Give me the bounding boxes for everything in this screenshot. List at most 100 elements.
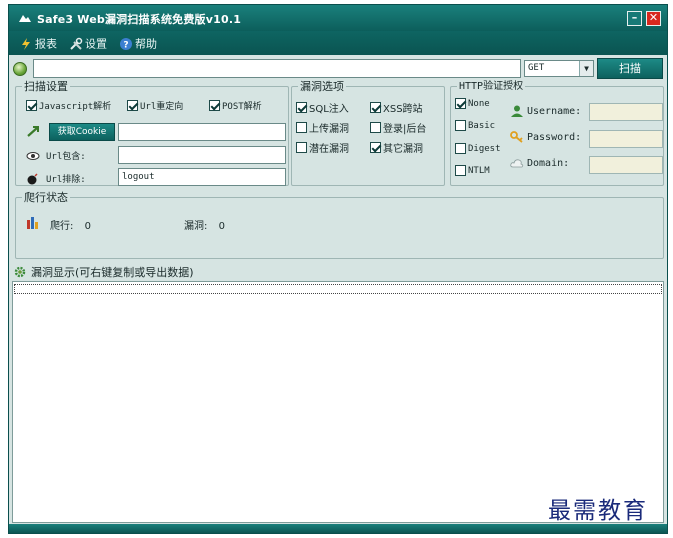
url-row: GET ▼ 扫描 [9, 57, 667, 81]
eye-icon [26, 151, 40, 160]
lightning-icon [22, 38, 30, 50]
checkbox-box[interactable] [26, 100, 37, 111]
cookie-input[interactable] [118, 123, 286, 141]
checkbox-box[interactable] [127, 100, 138, 111]
username-input[interactable] [589, 103, 663, 121]
menu-item-help[interactable]: ? 帮助 [119, 36, 157, 51]
checkbox-label: Javascript解析 [39, 102, 112, 112]
app-window: Safe3 Web漏洞扫描系统免费版v10.1 – ✕ 报表 设置 ? 帮助 G… [8, 4, 668, 534]
results-focus-row[interactable] [14, 284, 662, 294]
javascript-checkbox[interactable]: Javascript解析 [26, 99, 111, 112]
results-title: 漏洞显示(可右键复制或导出数据) [31, 266, 194, 279]
checkbox-label: 其它漏洞 [383, 144, 423, 155]
xss-checkbox[interactable]: XSS跨站 [370, 100, 423, 115]
checkbox-label: SQL注入 [309, 104, 349, 115]
label-text: Domain: [527, 157, 570, 169]
checkbox-box[interactable] [296, 122, 307, 133]
url-exclude-label: Url排除: [26, 172, 86, 185]
checkbox-label: 上传漏洞 [309, 124, 349, 135]
bomb-icon [27, 172, 38, 184]
potential-vuln-checkbox[interactable]: 潜在漏洞 [296, 140, 349, 155]
key-icon [510, 131, 523, 143]
checkbox-box[interactable] [209, 100, 220, 111]
vuln-count-value: 0 [218, 221, 225, 232]
group-title: HTTP验证授权 [457, 80, 526, 93]
other-vuln-checkbox[interactable]: 其它漏洞 [370, 140, 423, 155]
auth-digest-checkbox[interactable]: Digest [455, 143, 501, 154]
group-title: 扫描设置 [22, 80, 70, 93]
checkbox-label: XSS跨站 [383, 104, 423, 115]
close-button[interactable]: ✕ [646, 11, 661, 26]
chevron-down-icon[interactable]: ▼ [579, 61, 593, 76]
scan-button[interactable]: 扫描 [597, 58, 663, 79]
checkbox-label: Basic [468, 120, 496, 131]
domain-label: Domain: [510, 157, 569, 169]
checkbox-box[interactable] [370, 102, 381, 113]
crawl-status-group: 爬行状态 爬行: 0 漏洞: 0 [15, 191, 664, 259]
checkbox-box[interactable] [370, 142, 381, 153]
vuln-label-text: 漏洞: [184, 221, 208, 232]
checkbox-label: 潜在漏洞 [309, 144, 349, 155]
globe-icon [13, 62, 27, 76]
method-select[interactable]: GET ▼ [524, 60, 594, 77]
auth-basic-checkbox[interactable]: Basic [455, 120, 495, 131]
url-include-input[interactable] [118, 146, 286, 164]
label-text: Url排除: [46, 175, 86, 185]
domain-input[interactable] [589, 156, 663, 174]
upload-vuln-checkbox[interactable]: 上传漏洞 [296, 120, 349, 135]
crawl-count-value: 0 [84, 221, 91, 232]
http-auth-group: HTTP验证授权 None Basic Digest NTLM Username… [450, 80, 664, 186]
auth-ntlm-checkbox[interactable]: NTLM [455, 165, 490, 176]
checkbox-label: NTLM [468, 165, 490, 176]
checkbox-box[interactable] [296, 142, 307, 153]
minimize-button[interactable]: – [627, 11, 642, 26]
menu-item-label: 报表 [35, 37, 57, 51]
url-input[interactable] [33, 59, 521, 78]
user-icon [511, 105, 523, 117]
checkbox-label: Url重定向 [140, 102, 184, 112]
username-label: Username: [510, 105, 581, 117]
crawl-count-label: 爬行: 0 [50, 217, 91, 232]
checkbox-box[interactable] [455, 165, 466, 176]
checkbox-label: None [468, 98, 490, 109]
auth-none-checkbox[interactable]: None [455, 98, 490, 109]
post-checkbox[interactable]: POST解析 [209, 99, 262, 112]
menu-item-settings[interactable]: 设置 [69, 36, 107, 51]
password-label: Password: [510, 131, 581, 143]
title-bar[interactable]: Safe3 Web漏洞扫描系统免费版v10.1 – ✕ [9, 5, 667, 31]
menu-item-label: 帮助 [135, 37, 157, 51]
checkbox-box[interactable] [370, 122, 381, 133]
label-text: Password: [527, 131, 582, 143]
method-value: GET [528, 63, 545, 73]
menu-item-report[interactable]: 报表 [19, 36, 57, 51]
bar-chart-icon [27, 217, 38, 229]
vuln-count-label: 漏洞: 0 [184, 217, 225, 232]
app-logo-icon [19, 15, 31, 22]
cloud-icon [510, 159, 524, 168]
label-text: Url包含: [46, 152, 86, 162]
checkbox-box[interactable] [455, 98, 466, 109]
sql-injection-checkbox[interactable]: SQL注入 [296, 100, 349, 115]
login-admin-checkbox[interactable]: 登录|后台 [370, 120, 426, 135]
results-header: 漏洞显示(可右键复制或导出数据) [13, 264, 194, 280]
get-cookie-button[interactable]: 获取Cookie [49, 123, 115, 141]
gear-icon [14, 266, 26, 278]
url-exclude-input[interactable]: logout [118, 168, 286, 186]
redirect-checkbox[interactable]: Url重定向 [127, 99, 183, 112]
arrow-icon [27, 126, 39, 137]
label-text: Username: [527, 105, 582, 117]
checkbox-label: Digest [468, 143, 501, 154]
menu-bar: 报表 设置 ? 帮助 [9, 31, 667, 55]
checkbox-box[interactable] [455, 143, 466, 154]
checkbox-box[interactable] [455, 120, 466, 131]
results-list[interactable] [12, 281, 664, 523]
tools-icon [70, 37, 83, 50]
scan-settings-group: 扫描设置 Javascript解析 Url重定向 POST解析 获取Cookie… [15, 80, 289, 186]
checkbox-label: 登录|后台 [383, 124, 427, 135]
watermark-text: 最需教育 [548, 498, 648, 524]
window-title: Safe3 Web漏洞扫描系统免费版v10.1 [37, 13, 242, 26]
password-input[interactable] [589, 130, 663, 148]
menu-item-label: 设置 [85, 37, 107, 51]
checkbox-box[interactable] [296, 102, 307, 113]
group-title: 漏洞选项 [298, 80, 346, 93]
